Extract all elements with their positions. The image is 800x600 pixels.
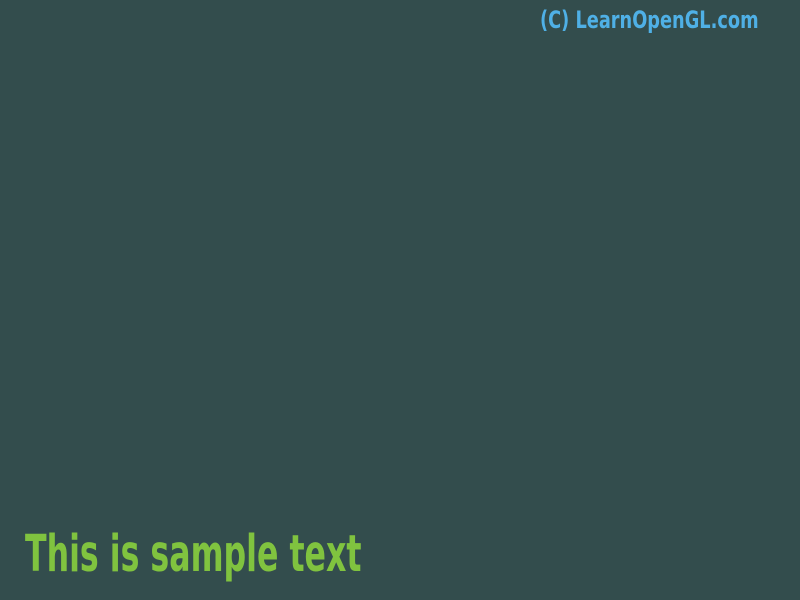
sample-text: This is sample text: [25, 525, 362, 584]
render-canvas: (C) LearnOpenGL.com This is sample text: [0, 0, 800, 600]
credit-text: (C) LearnOpenGL.com: [540, 6, 759, 34]
